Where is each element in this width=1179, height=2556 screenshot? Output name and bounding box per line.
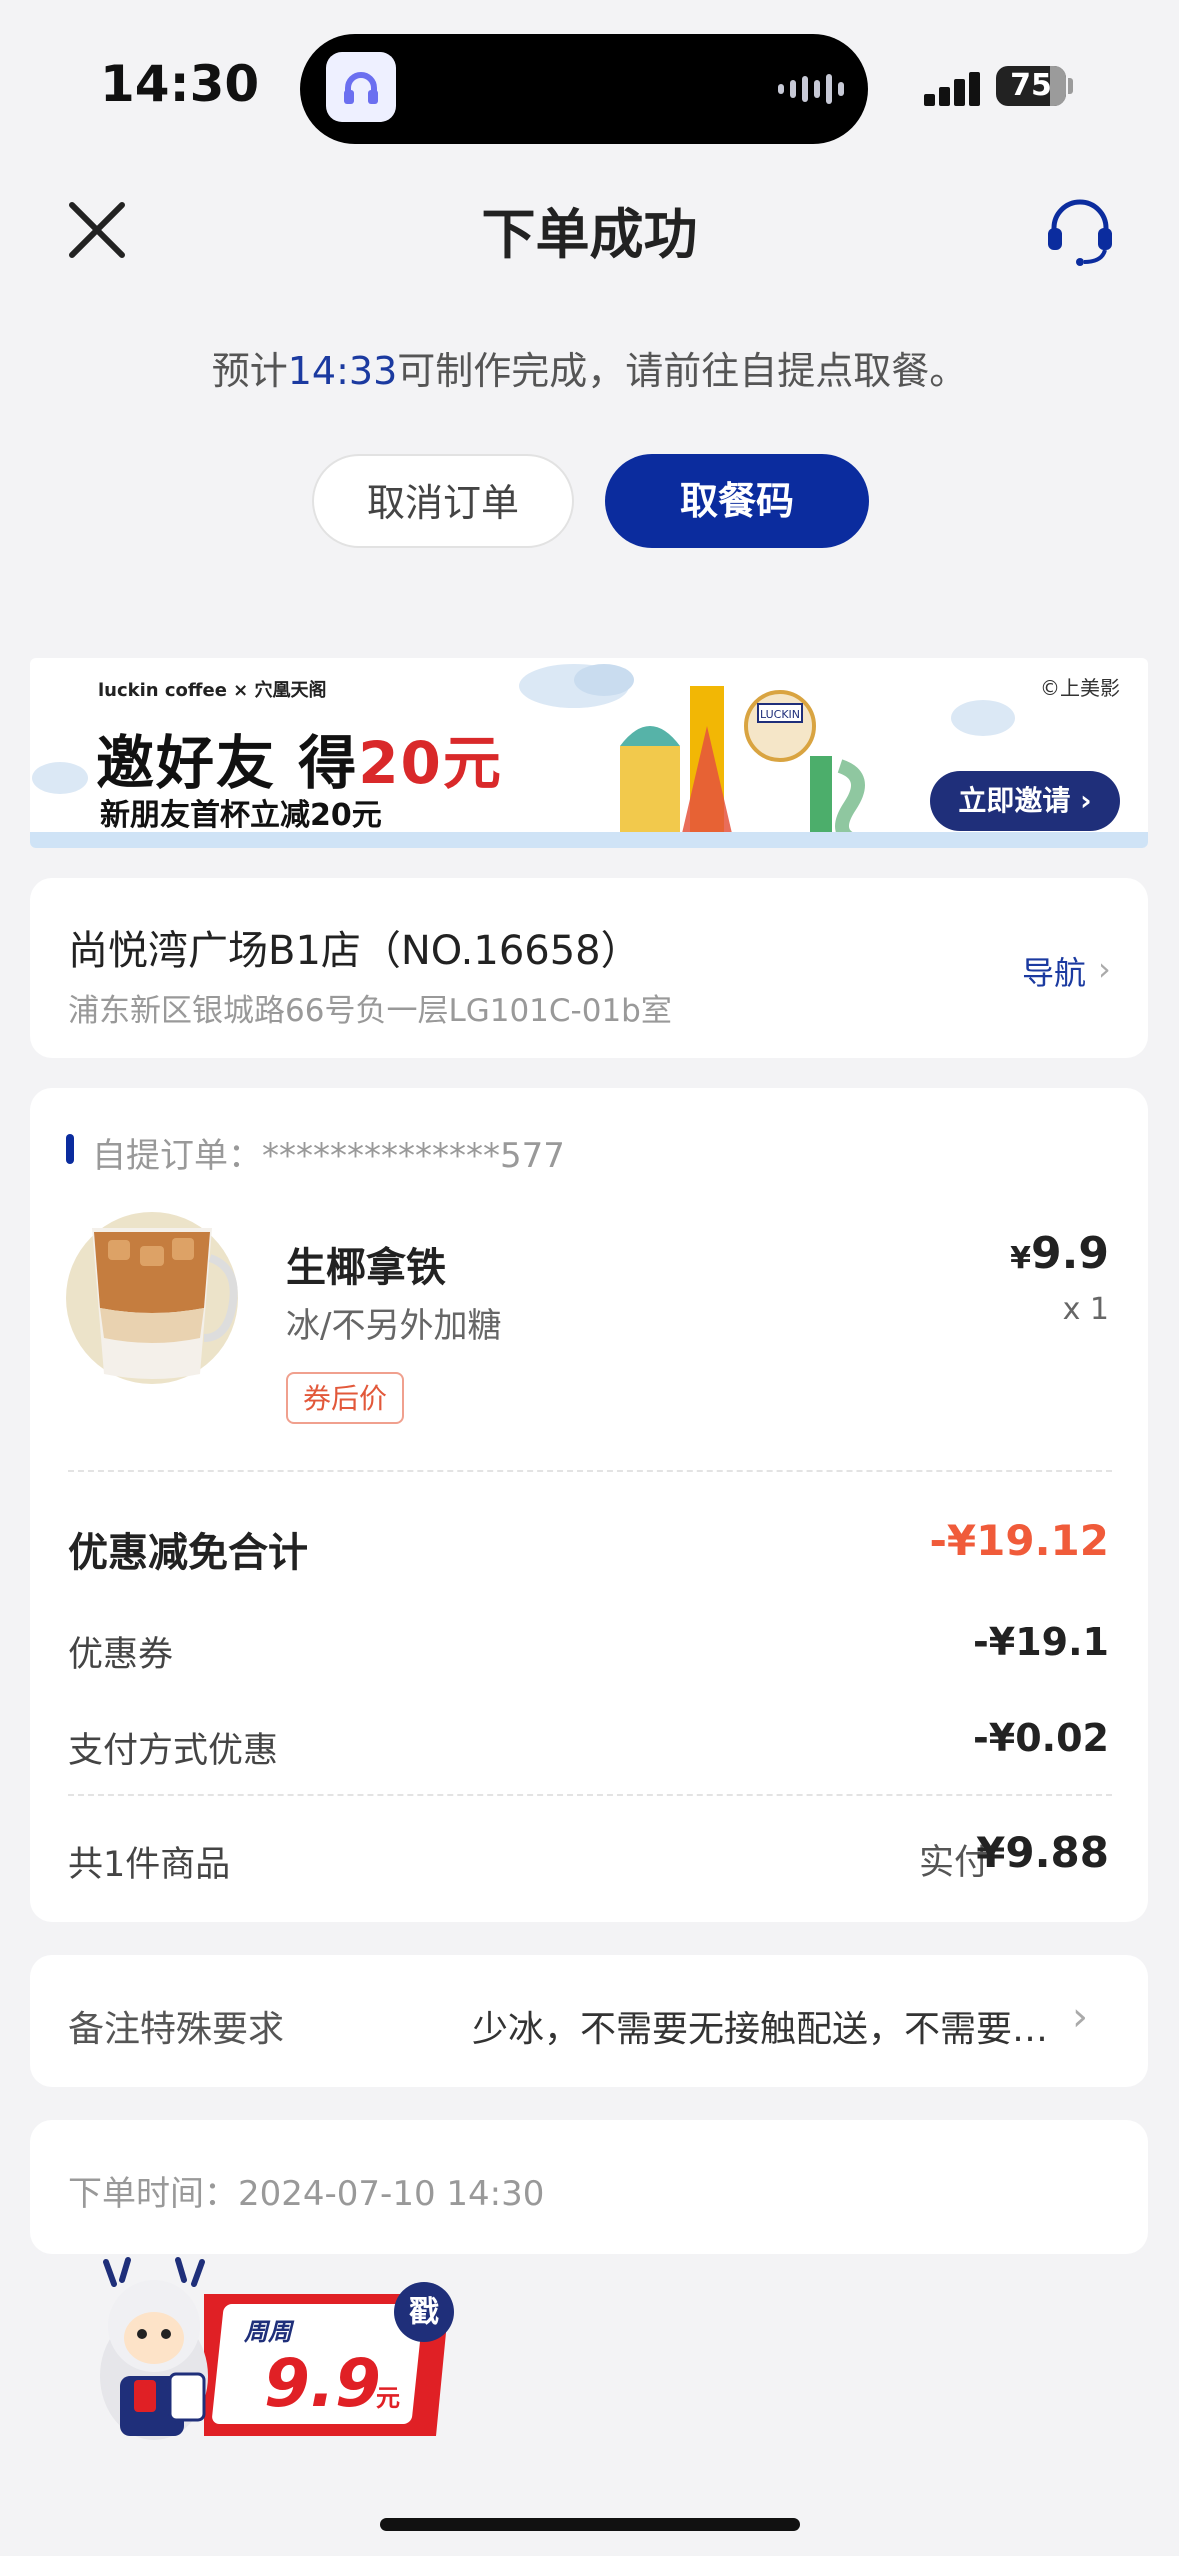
chevron-right-icon[interactable]: › [1072, 1994, 1088, 2040]
luckin-sign-text: LUCKIN [760, 708, 800, 721]
promo-line1: 周周 [243, 2318, 295, 2346]
audio-wave-icon [778, 84, 784, 94]
order-time: 下单时间：2024-07-10 14:30 [68, 2174, 545, 2214]
estimate-time: 14:33 [287, 349, 398, 393]
item-count-label: 共1件商品 [68, 1845, 231, 1885]
weekly-9-9-promo-badge[interactable]: 戳 周周 9.9 元 [84, 2256, 464, 2446]
divider [68, 1470, 1112, 1472]
discount-total-value: -¥19.12 [929, 1516, 1109, 1565]
coupon-label: 优惠券 [68, 1635, 174, 1675]
navigation-link[interactable]: 导航 [1022, 948, 1086, 994]
cellular-signal-icon [924, 72, 980, 106]
remark-label: 备注特殊要求 [68, 2009, 285, 2050]
promo-price: 9.9 [264, 2345, 381, 2422]
product-image-coconut-latte [66, 1212, 238, 1384]
payment-discount-value: -¥0.02 [973, 1716, 1109, 1760]
pickup-estimate-text: 预计14:33可制作完成，请前往自提点取餐。 [211, 349, 968, 393]
paris-illustration: LUCKIN [620, 686, 865, 842]
banner-subtitle: 新朋友首杯立减20元 [100, 798, 382, 833]
invite-now-button[interactable]: 立即邀请 › [930, 771, 1120, 831]
home-indicator[interactable] [380, 2518, 800, 2531]
product-price: ¥9.9 [1010, 1228, 1109, 1279]
banner-brand: luckin coffee × 穴凰天阁 [98, 680, 327, 701]
order-number: 自提订单：**************577 [92, 1136, 565, 1176]
banner-title: 邀好友 得20元 [96, 729, 503, 797]
cloud-icon [951, 700, 1015, 736]
paid-amount: ¥9.88 [976, 1828, 1109, 1877]
payment-discount-label: 支付方式优惠 [68, 1731, 279, 1771]
chevron-right-icon[interactable]: › [1098, 950, 1111, 988]
page-title: 下单成功 [481, 203, 698, 266]
product-quantity: x 1 [1062, 1292, 1109, 1327]
after-coupon-price-tag: 券后价 [286, 1372, 404, 1424]
coupon-value: -¥19.1 [973, 1620, 1109, 1664]
invite-friend-banner[interactable]: luckin coffee × 穴凰天阁 邀好友 得20元 新朋友首杯立减20元… [30, 658, 1148, 848]
promo-unit: 元 [376, 2384, 400, 2412]
status-time: 14:30 [100, 55, 260, 113]
product-spec: 冰/不另外加糖 [286, 1306, 502, 1346]
section-marker [66, 1134, 74, 1164]
store-address: 浦东新区银城路66号负一层LG101C-01b室 [68, 993, 672, 1029]
customer-service-headset-icon[interactable] [1040, 190, 1120, 270]
store-name: 尚悦湾广场B1店（NO.16658） [68, 928, 641, 974]
discount-total-label: 优惠减免合计 [68, 1530, 308, 1576]
promo-stamp: 戳 [409, 2295, 439, 2330]
banner-credit: ©上美影 [1040, 676, 1120, 700]
battery-icon: 75 [996, 66, 1066, 106]
cloud-icon [32, 762, 88, 794]
remark-value: 少冰，不需要无接触配送，不需要… [472, 2009, 1049, 2050]
cancel-order-button[interactable]: 取消订单 [312, 454, 574, 548]
headphones-app-icon[interactable] [326, 52, 396, 122]
divider [68, 1794, 1112, 1796]
battery-tip [1068, 78, 1073, 94]
product-name: 生椰拿铁 [286, 1245, 446, 1291]
pickup-code-button[interactable]: 取餐码 [605, 454, 869, 548]
